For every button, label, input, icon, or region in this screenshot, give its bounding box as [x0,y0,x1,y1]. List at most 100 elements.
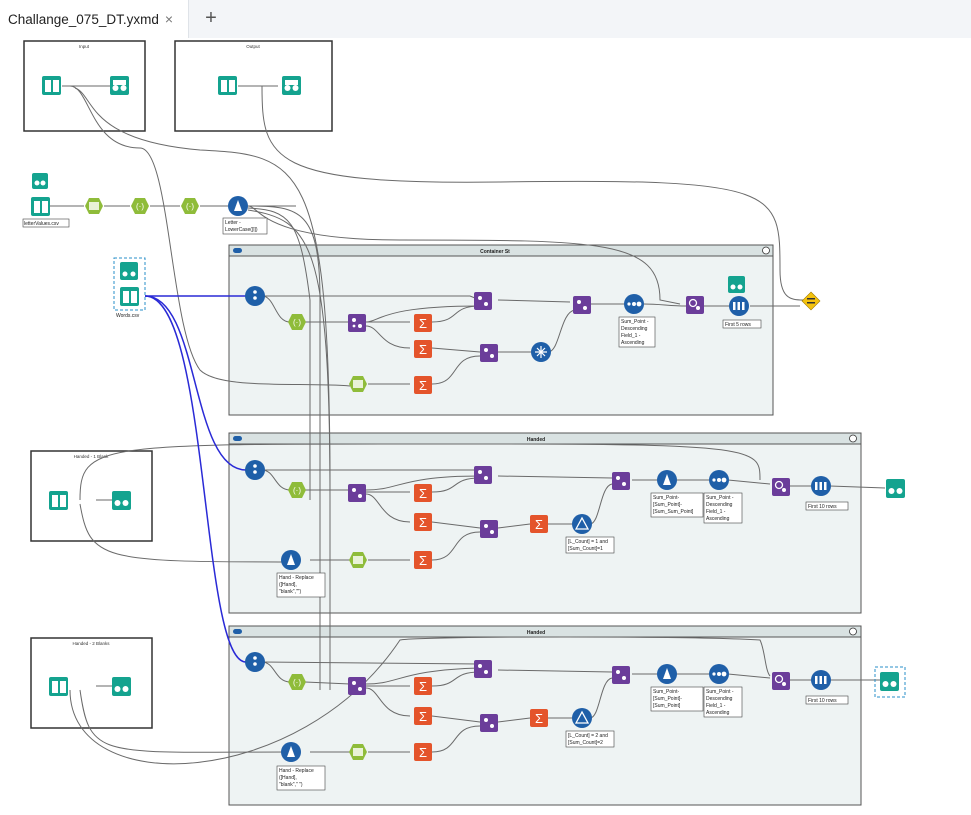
browse-tool[interactable] [32,173,48,189]
join-multiple-tool[interactable] [772,672,790,690]
container-toggle-icon[interactable] [233,436,242,441]
formula-tool[interactable] [281,550,301,570]
collapse-icon[interactable] [849,434,857,443]
browse-tool[interactable] [728,276,745,293]
sort-annotation-line2: Descending [706,502,733,508]
join-tool[interactable] [348,484,366,502]
sample-tool[interactable] [729,296,749,316]
output-box-title: Output [246,44,260,49]
hand-replace-line3: "blank","") [279,589,301,595]
multi-field-tool[interactable]: (·) [181,198,199,214]
container-toggle-icon[interactable] [233,629,242,634]
browse-tool[interactable] [112,677,131,696]
summarize-tool[interactable]: Σ [414,677,432,695]
input-data-tool[interactable] [218,76,237,95]
sort-annotation-line2: Descending [621,326,648,332]
join-tool[interactable] [474,292,492,310]
document-tab-title[interactable]: Challange_075_DT.yxmd [8,12,159,27]
join-multiple-tool[interactable] [686,296,704,314]
join-tool[interactable] [474,660,492,678]
summarize-tool[interactable]: Σ [414,340,432,358]
input-data-tool[interactable] [31,197,50,216]
join-tool[interactable] [480,520,498,538]
browse-tool-selected[interactable] [874,666,906,698]
filter-tool[interactable] [572,708,592,728]
container-handed-2-title: Handed [527,630,545,636]
container-toggle-icon[interactable] [233,248,242,253]
input-data-tool[interactable] [49,491,68,510]
summarize-tool[interactable]: Σ [414,484,432,502]
sort-tool[interactable] [709,470,729,490]
summarize-tool[interactable]: Σ [414,707,432,725]
summarize-tool[interactable]: Σ [530,709,548,727]
collapse-icon[interactable] [762,246,770,255]
formula-annotation-line1: Sum_Point- [653,495,679,501]
sort-tool[interactable] [709,664,729,684]
sample-tool[interactable] [811,476,831,496]
summarize-tool[interactable]: Σ [414,513,432,531]
select-tool[interactable] [85,198,103,214]
filter-annotation-line2: [Sum_Count]=1 [568,546,603,552]
input-data-tool[interactable] [49,677,68,696]
browse-tool[interactable] [886,479,905,498]
join-multiple-tool[interactable] [772,478,790,496]
new-tab-button[interactable]: + [200,8,222,30]
message-tool[interactable] [801,291,821,311]
multi-field-tool[interactable]: (·) [131,198,149,214]
sample-tool[interactable] [811,670,831,690]
svg-text:Σ: Σ [535,711,543,726]
join-tool[interactable] [480,714,498,732]
collapse-icon[interactable] [849,627,857,636]
browse-tool[interactable] [120,262,138,280]
summarize-tool[interactable]: Σ [414,376,432,394]
browse-tool[interactable] [112,491,131,510]
record-id-tool[interactable] [245,652,265,672]
container-st[interactable]: Container St [228,244,774,416]
summarize-tool[interactable]: Σ [414,551,432,569]
svg-text:Σ: Σ [419,745,427,760]
join-tool[interactable] [474,466,492,484]
formula-annotation-line1: Sum_Point- [653,689,679,695]
sort-annotation-line3: Field_1 - [706,703,726,709]
letter-values-label: letterValues.csv [24,221,59,227]
browse-tool[interactable] [110,76,129,95]
join-tool[interactable] [612,472,630,490]
letter-lowercase-line1: Letter - [225,220,241,226]
handed-2-blanks-title: Handed - 2 Blanks [72,641,110,646]
workflow-canvas[interactable]: Input Output Container St Handed Handed … [0,38,971,810]
svg-text:(·): (·) [136,202,144,211]
handed-1-blank-title: Handed - 1 Blank [74,454,110,459]
hand-replace-line1: Hand - Replace [279,575,314,581]
sort-tool[interactable] [624,294,644,314]
formula-tool[interactable] [657,470,677,490]
join-tool[interactable] [348,314,366,332]
filter-annotation-line2: [Sum_Count]=2 [568,740,603,746]
formula-tool[interactable] [281,742,301,762]
filter-annotation-line1: [L_Count] = 2 and [568,733,608,739]
svg-text:Σ: Σ [535,517,543,532]
record-id-tool[interactable] [245,286,265,306]
close-tab-icon[interactable]: × [165,11,173,27]
sort-annotation-line1: Sum_Point - [621,319,649,325]
summarize-tool[interactable]: Σ [414,743,432,761]
sort-annotation-line1: Sum_Point - [706,495,734,501]
input-data-tool[interactable] [42,76,61,95]
filter-tool[interactable] [572,514,592,534]
formula-tool[interactable] [228,196,248,216]
join-tool[interactable] [480,344,498,362]
first-10-rows-label: First 10 rows [808,698,837,704]
formula-tool[interactable] [657,664,677,684]
summarize-tool[interactable]: Σ [414,314,432,332]
document-tab[interactable]: Challange_075_DT.yxmd × [0,0,189,38]
join-tool[interactable] [612,666,630,684]
words-tool-group[interactable]: Words.csv [113,257,146,319]
formula-annotation-line2: [Sum_Point]- [653,502,682,508]
summarize-tool[interactable]: Σ [530,515,548,533]
crosstab-tool[interactable] [531,342,551,362]
join-tool[interactable] [573,296,591,314]
sort-annotation-line3: Field_1 - [621,333,641,339]
browse-tool[interactable] [282,76,301,95]
record-id-tool[interactable] [245,460,265,480]
join-tool[interactable] [348,677,366,695]
sort-annotation-line2: Descending [706,696,733,702]
